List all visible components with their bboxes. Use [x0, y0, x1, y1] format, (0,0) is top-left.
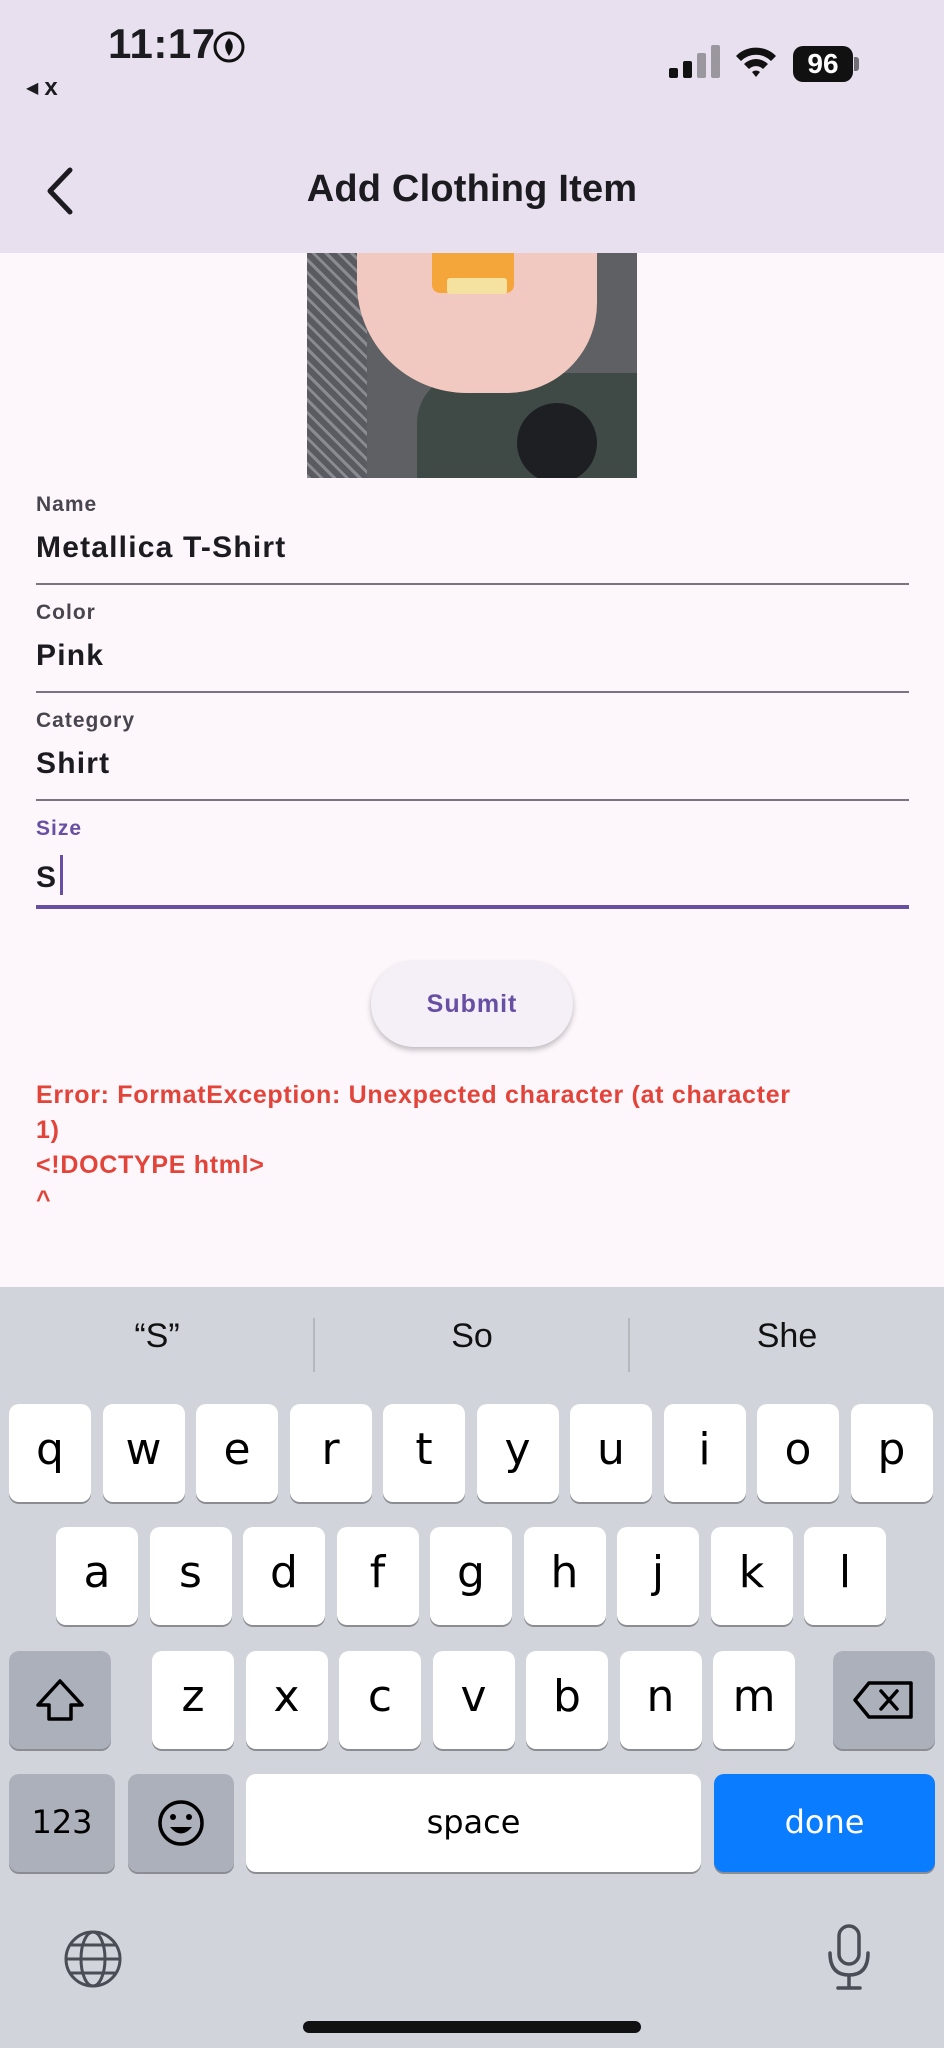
key-t[interactable]: t [383, 1404, 465, 1502]
category-value: Shirt [36, 747, 111, 780]
key-v[interactable]: v [432, 1651, 515, 1749]
shift-key[interactable] [9, 1651, 111, 1749]
backspace-icon [853, 1681, 913, 1719]
suggestion-1[interactable]: “S” [7, 1317, 307, 1356]
key-r[interactable]: r [289, 1404, 372, 1502]
suggestion-3[interactable]: She [637, 1317, 937, 1356]
size-field[interactable]: Size S [36, 817, 909, 909]
key-k[interactable]: k [710, 1527, 793, 1625]
size-input[interactable]: S [36, 855, 909, 895]
key-c[interactable]: c [339, 1651, 421, 1749]
status-bar: 11:17 ◀ x 96 Add Clothing Item [0, 0, 944, 253]
size-value: S [36, 861, 58, 894]
keyboard: “S” So She qwertyuiop asdfghjkl zxcvbnm … [0, 1287, 944, 2048]
key-q[interactable]: q [9, 1404, 91, 1502]
key-e[interactable]: e [196, 1404, 278, 1502]
key-a[interactable]: a [56, 1527, 138, 1625]
key-y[interactable]: y [476, 1404, 559, 1502]
key-h[interactable]: h [523, 1527, 606, 1625]
name-value: Metallica T-Shirt [36, 531, 287, 564]
shift-icon [36, 1679, 84, 1721]
key-w[interactable]: w [102, 1404, 185, 1502]
back-triangle-icon: ◀ [26, 80, 39, 97]
category-field[interactable]: Category Shirt [36, 709, 909, 801]
error-message: Error: FormatException: Unexpected chara… [36, 1081, 791, 1214]
battery-level: 96 [793, 46, 853, 82]
submit-button[interactable]: Submit [371, 961, 573, 1047]
key-s[interactable]: s [149, 1527, 232, 1625]
key-x[interactable]: x [245, 1651, 328, 1749]
suggestion-2[interactable]: So [322, 1317, 622, 1356]
wifi-icon [736, 47, 776, 77]
name-label: Name [36, 493, 98, 516]
space-key[interactable]: space [246, 1774, 701, 1872]
done-key[interactable]: done [714, 1774, 935, 1872]
cellular-signal-icon [669, 45, 720, 78]
numbers-key[interactable]: 123 [9, 1774, 115, 1872]
color-value: Pink [36, 639, 105, 672]
clock: 11:17 [108, 20, 216, 67]
microphone-icon[interactable] [826, 1923, 872, 1993]
key-l[interactable]: l [804, 1527, 886, 1625]
color-label: Color [36, 601, 96, 624]
back-app-label: x [44, 74, 58, 101]
key-d[interactable]: d [243, 1527, 325, 1625]
key-n[interactable]: n [619, 1651, 702, 1749]
size-label: Size [36, 817, 83, 840]
key-o[interactable]: o [757, 1404, 839, 1502]
name-field[interactable]: Name Metallica T-Shirt [36, 493, 909, 585]
battery-indicator: 96 [793, 46, 859, 82]
delete-key[interactable] [833, 1651, 935, 1749]
key-f[interactable]: f [336, 1527, 419, 1625]
key-p[interactable]: p [850, 1404, 933, 1502]
key-u[interactable]: u [570, 1404, 652, 1502]
globe-icon[interactable] [62, 1928, 124, 1990]
back-to-app-link[interactable]: ◀ x [26, 74, 58, 102]
text-caret [60, 855, 64, 895]
key-z[interactable]: z [152, 1651, 234, 1749]
page-title: Add Clothing Item [306, 168, 638, 210]
category-label: Category [36, 709, 136, 732]
key-i[interactable]: i [663, 1404, 746, 1502]
key-b[interactable]: b [526, 1651, 608, 1749]
home-indicator [303, 2021, 641, 2033]
key-g[interactable]: g [430, 1527, 512, 1625]
personal-hotspot-icon [213, 31, 245, 63]
key-m[interactable]: m [713, 1651, 795, 1749]
emoji-key[interactable] [128, 1774, 234, 1872]
key-j[interactable]: j [617, 1527, 699, 1625]
clothing-photo [307, 253, 637, 478]
emoji-icon [158, 1800, 204, 1846]
color-field[interactable]: Color Pink [36, 601, 909, 693]
